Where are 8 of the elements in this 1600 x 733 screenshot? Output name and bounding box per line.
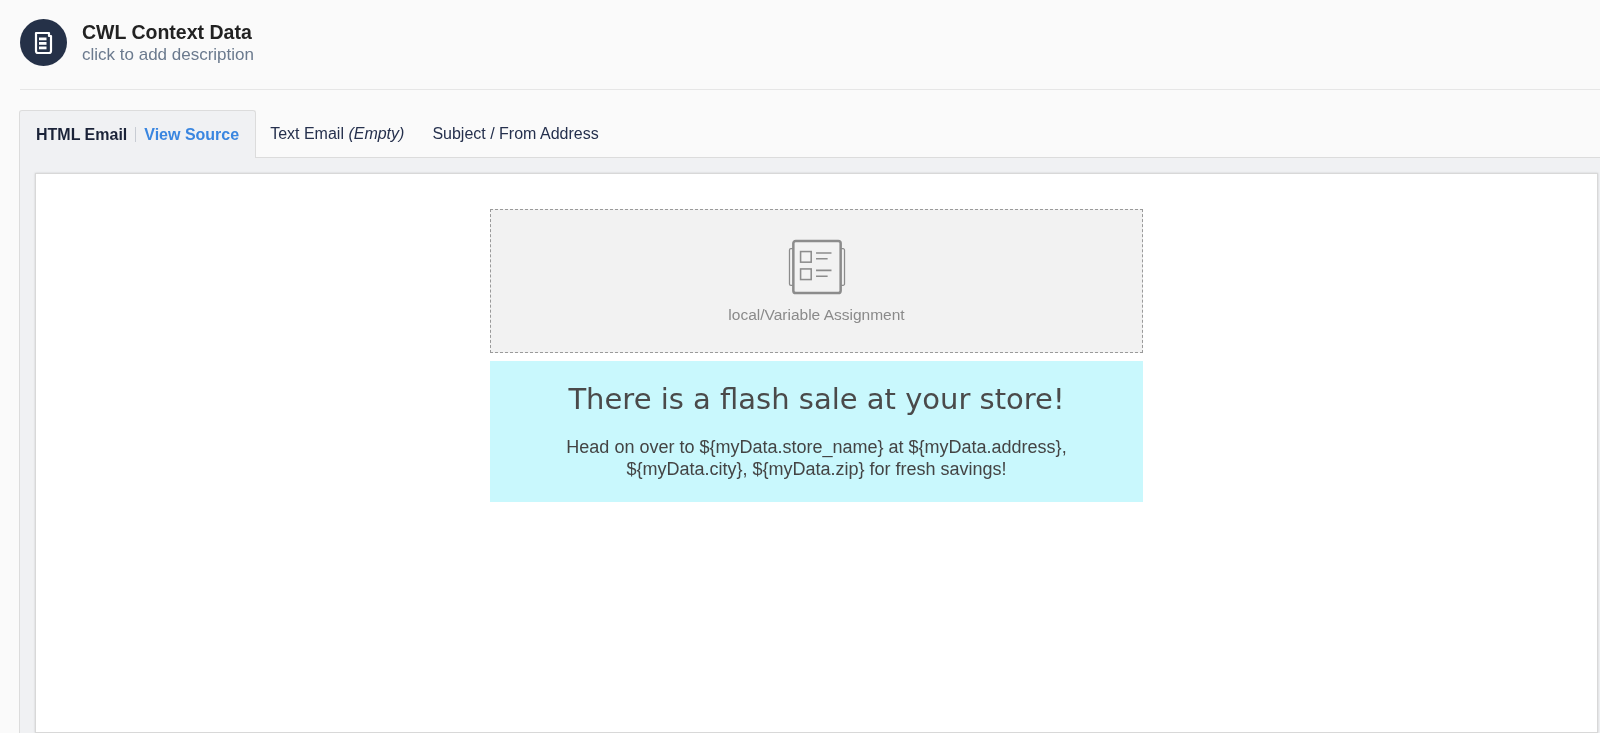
email-heading: There is a flash sale at your store!: [568, 381, 1065, 418]
block-label: local/Variable Assignment: [728, 305, 905, 325]
text-block[interactable]: There is a flash sale at your store! Head on over to ${myData.store_name} at ${myData.address}, ${myData.city}, ${myData.zip} for fresh savings!: [490, 361, 1143, 502]
page-title: CWL Context Data: [82, 20, 253, 44]
description-placeholder[interactable]: click to add description: [82, 43, 254, 65]
tab[interactable]: HTML Email View Source: [19, 110, 257, 158]
document-icon: [20, 19, 67, 66]
email-body-text: Head on over to ${myData.store_name} at ${myData.address}, ${myData.city}, ${myData.zip} for fresh savings!: [565, 436, 1068, 480]
